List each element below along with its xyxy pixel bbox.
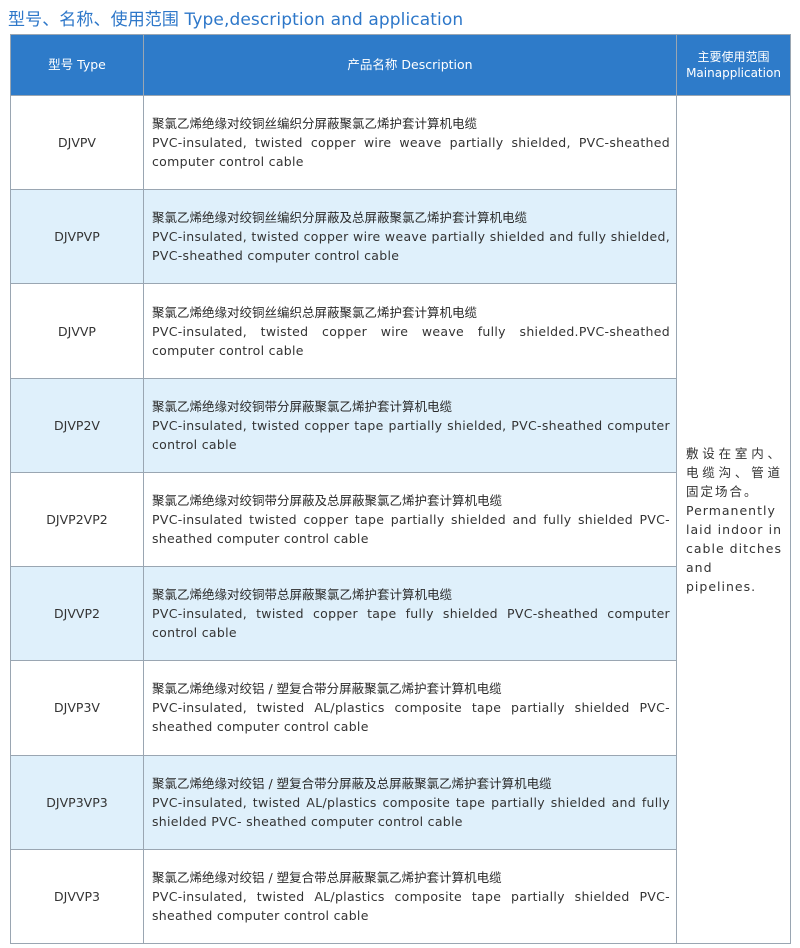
table-row: DJVP3VP3 聚氯乙烯绝缘对绞铝 / 塑复合带分屏蔽及总屏蔽聚氯乙烯护套计算… bbox=[10, 754, 791, 850]
model-cell: DJVVP3 bbox=[10, 848, 144, 945]
model-cell: DJVVP bbox=[10, 283, 144, 379]
table-row: DJVVP2 聚氯乙烯绝缘对绞铜带总屏蔽聚氯乙烯护套计算机电缆 PVC-insu… bbox=[10, 566, 791, 662]
description-zh: 聚氯乙烯绝缘对绞铝 / 塑复合带分屏蔽聚氯乙烯护套计算机电缆 bbox=[152, 681, 502, 697]
description-cell: 聚氯乙烯绝缘对绞铜丝编织总屏蔽聚氯乙烯护套计算机电缆 PVC-insulated… bbox=[143, 283, 677, 379]
description-en: PVC-insulated, twisted copper tape parti… bbox=[152, 417, 670, 452]
description-en: PVC-insulated, twisted AL/plastics compo… bbox=[152, 700, 670, 735]
description-cell: 聚氯乙烯绝缘对绞铜带分屏蔽及总屏蔽聚氯乙烯护套计算机电缆 PVC-insulat… bbox=[143, 471, 677, 568]
description-en: PVC-insulated, twisted copper wire weave… bbox=[152, 135, 670, 170]
description-en: PVC-insulated, twisted copper wire weave… bbox=[152, 323, 670, 358]
model-cell: DJVP3VP3 bbox=[10, 754, 144, 850]
application-cell: 敷设在室内、电缆沟、管道固定场合。 Permanently laid indoo… bbox=[676, 95, 791, 944]
model-cell: DJVVP2 bbox=[10, 566, 144, 662]
header-application: 主要使用范围 Mainapplication bbox=[676, 34, 791, 96]
description-zh: 聚氯乙烯绝缘对绞铜带分屏蔽及总屏蔽聚氯乙烯护套计算机电缆 bbox=[152, 492, 503, 508]
table-row: DJVP2VP2 聚氯乙烯绝缘对绞铜带分屏蔽及总屏蔽聚氯乙烯护套计算机电缆 PV… bbox=[10, 471, 791, 568]
description-en: PVC-insulated, twisted AL/plastics compo… bbox=[152, 888, 670, 923]
description-zh: 聚氯乙烯绝缘对绞铜丝编织分屏蔽及总屏蔽聚氯乙烯护套计算机电缆 bbox=[152, 210, 528, 226]
description-en: PVC-insulated, twisted copper tape fully… bbox=[152, 606, 670, 641]
description-zh: 聚氯乙烯绝缘对绞铜带总屏蔽聚氯乙烯护套计算机电缆 bbox=[152, 587, 453, 603]
model-cell: DJVP2VP2 bbox=[10, 471, 144, 568]
description-cell: 聚氯乙烯绝缘对绞铜丝编织分屏蔽及总屏蔽聚氯乙烯护套计算机电缆 PVC-insul… bbox=[143, 189, 677, 285]
description-cell: 聚氯乙烯绝缘对绞铜带总屏蔽聚氯乙烯护套计算机电缆 PVC-insulated, … bbox=[143, 566, 677, 662]
description-cell: 聚氯乙烯绝缘对绞铜带分屏蔽聚氯乙烯护套计算机电缆 PVC-insulated, … bbox=[143, 377, 677, 473]
description-zh: 聚氯乙烯绝缘对绞铜丝编织分屏蔽聚氯乙烯护套计算机电缆 bbox=[152, 116, 478, 132]
header-application-zh: 主要使用范围 bbox=[697, 50, 770, 64]
header-model: 型号 Type bbox=[10, 34, 144, 96]
model-cell: DJVP3V bbox=[10, 660, 144, 756]
description-cell: 聚氯乙烯绝缘对绞铜丝编织分屏蔽聚氯乙烯护套计算机电缆 PVC-insulated… bbox=[143, 94, 677, 191]
table-row: DJVPV 聚氯乙烯绝缘对绞铜丝编织分屏蔽聚氯乙烯护套计算机电缆 PVC-ins… bbox=[10, 94, 791, 944]
model-cell: DJVPV bbox=[10, 94, 144, 191]
table-row: DJVP2V 聚氯乙烯绝缘对绞铜带分屏蔽聚氯乙烯护套计算机电缆 PVC-insu… bbox=[10, 377, 791, 473]
application-en: Permanently laid indoor in cable ditches… bbox=[686, 502, 782, 594]
product-table: 型号 Type 产品名称 Description 主要使用范围 Mainappl… bbox=[10, 34, 791, 945]
table-row: DJVP3V 聚氯乙烯绝缘对绞铝 / 塑复合带分屏蔽聚氯乙烯护套计算机电缆 PV… bbox=[10, 660, 791, 756]
description-cell: 聚氯乙烯绝缘对绞铝 / 塑复合带总屏蔽聚氯乙烯护套计算机电缆 PVC-insul… bbox=[143, 848, 677, 945]
table-row: DJVVP3 聚氯乙烯绝缘对绞铝 / 塑复合带总屏蔽聚氯乙烯护套计算机电缆 PV… bbox=[10, 848, 791, 945]
description-cell: 聚氯乙烯绝缘对绞铝 / 塑复合带分屏蔽及总屏蔽聚氯乙烯护套计算机电缆 PVC-i… bbox=[143, 754, 677, 850]
description-cell: 聚氯乙烯绝缘对绞铝 / 塑复合带分屏蔽聚氯乙烯护套计算机电缆 PVC-insul… bbox=[143, 660, 677, 756]
model-cell: DJVPVP bbox=[10, 189, 144, 285]
description-zh: 聚氯乙烯绝缘对绞铜带分屏蔽聚氯乙烯护套计算机电缆 bbox=[152, 398, 453, 414]
description-zh: 聚氯乙烯绝缘对绞铝 / 塑复合带分屏蔽及总屏蔽聚氯乙烯护套计算机电缆 bbox=[152, 775, 552, 791]
description-zh: 聚氯乙烯绝缘对绞铝 / 塑复合带总屏蔽聚氯乙烯护套计算机电缆 bbox=[152, 869, 502, 885]
table-row: DJVPVP 聚氯乙烯绝缘对绞铜丝编织分屏蔽及总屏蔽聚氯乙烯护套计算机电缆 PV… bbox=[10, 189, 791, 285]
description-en: PVC-insulated, twisted copper wire weave… bbox=[152, 229, 670, 264]
table-header-row: 型号 Type 产品名称 Description 主要使用范围 Mainappl… bbox=[10, 34, 791, 96]
header-description: 产品名称 Description bbox=[143, 34, 677, 96]
table-row: DJVVP 聚氯乙烯绝缘对绞铜丝编织总屏蔽聚氯乙烯护套计算机电缆 PVC-ins… bbox=[10, 283, 791, 379]
description-en: PVC-insulated, twisted AL/plastics compo… bbox=[152, 794, 670, 829]
application-zh: 敷设在室内、电缆沟、管道固定场合。 bbox=[686, 445, 782, 499]
header-application-en: Mainapplication bbox=[686, 66, 781, 80]
model-cell: DJVP2V bbox=[10, 377, 144, 473]
page-title: 型号、名称、使用范围 Type,description and applicat… bbox=[8, 10, 464, 30]
description-en: PVC-insulated twisted copper tape partia… bbox=[152, 511, 670, 546]
description-zh: 聚氯乙烯绝缘对绞铜丝编织总屏蔽聚氯乙烯护套计算机电缆 bbox=[152, 304, 478, 320]
